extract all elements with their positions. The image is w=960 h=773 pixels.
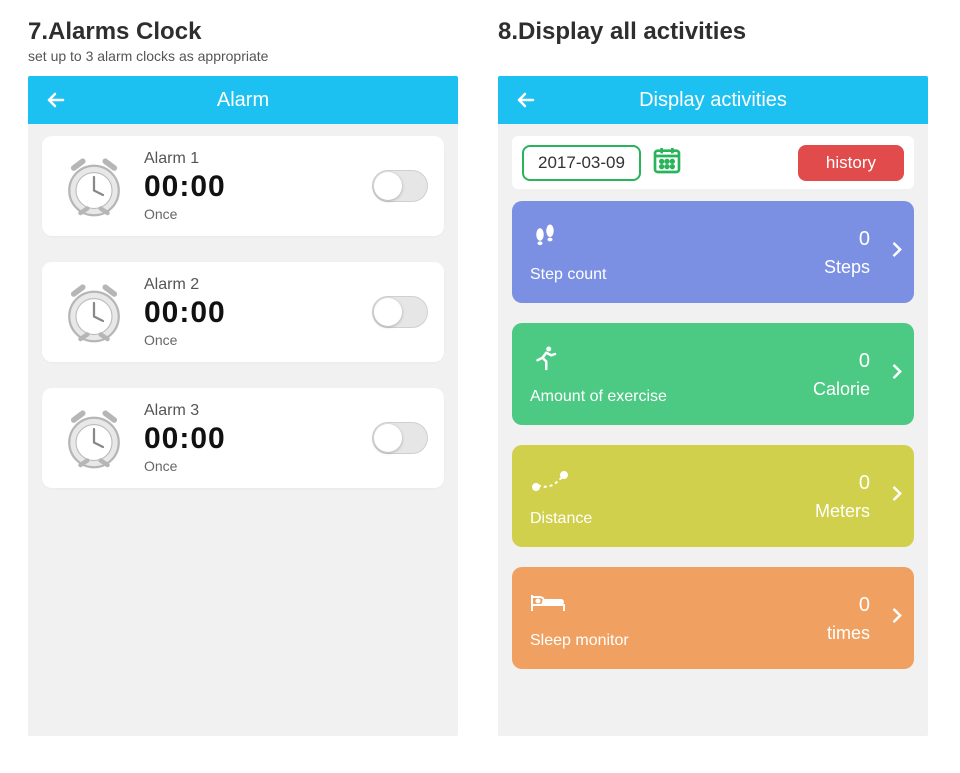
runner-icon [530, 344, 813, 378]
alarm-toggle[interactable] [372, 296, 428, 328]
chevron-right-icon [886, 356, 906, 393]
chevron-right-icon [886, 478, 906, 515]
activity-card-sleep[interactable]: Sleep monitor 0 times [512, 567, 914, 669]
route-icon [530, 466, 815, 500]
date-selector[interactable]: 2017-03-09 [522, 145, 641, 181]
alarm-clock-icon [58, 150, 130, 222]
section-title: 7.Alarms Clock [28, 18, 458, 46]
alarm-repeat: Once [144, 332, 372, 348]
alarm-row[interactable]: Alarm 3 00:00 Once [42, 388, 444, 488]
alarm-time: 00:00 [144, 170, 372, 204]
back-button[interactable] [514, 88, 538, 112]
alarm-row[interactable]: Alarm 2 00:00 Once [42, 262, 444, 362]
back-button[interactable] [44, 88, 68, 112]
alarm-repeat: Once [144, 206, 372, 222]
activity-unit: Steps [824, 257, 870, 278]
alarm-topbar: Alarm [28, 76, 458, 124]
alarm-screen: Alarm Alarm 1 00:00 Once [28, 76, 458, 736]
bed-icon [530, 588, 827, 622]
calendar-icon[interactable] [651, 144, 683, 181]
activity-label: Sleep monitor [530, 632, 827, 650]
activity-label: Amount of exercise [530, 388, 813, 406]
activity-value: 0 [815, 472, 870, 495]
alarm-toggle[interactable] [372, 422, 428, 454]
activity-card-exercise[interactable]: Amount of exercise 0 Calorie [512, 323, 914, 425]
alarm-clock-icon [58, 402, 130, 474]
alarm-row[interactable]: Alarm 1 00:00 Once [42, 136, 444, 236]
alarm-name: Alarm 1 [144, 150, 372, 168]
activities-topbar: Display activities [498, 76, 928, 124]
chevron-right-icon [886, 600, 906, 637]
section-title: 8.Display all activities [498, 18, 928, 46]
section-subtitle: set up to 3 alarm clocks as appropriate [28, 48, 458, 64]
activity-card-distance[interactable]: Distance 0 Meters [512, 445, 914, 547]
activity-unit: Calorie [813, 379, 870, 400]
chevron-right-icon [886, 234, 906, 271]
history-button[interactable]: history [798, 145, 904, 181]
activity-label: Distance [530, 510, 815, 528]
activity-value: 0 [824, 228, 870, 251]
alarm-time: 00:00 [144, 296, 372, 330]
footsteps-icon [530, 222, 824, 256]
screen-title: Display activities [639, 89, 787, 112]
alarm-clock-icon [58, 276, 130, 348]
activity-unit: times [827, 623, 870, 644]
alarm-name: Alarm 2 [144, 276, 372, 294]
activity-label: Step count [530, 266, 824, 284]
alarm-name: Alarm 3 [144, 402, 372, 420]
activities-screen: Display activities 2017-03-09 history St… [498, 76, 928, 736]
activity-unit: Meters [815, 501, 870, 522]
alarm-repeat: Once [144, 458, 372, 474]
activity-value: 0 [827, 594, 870, 617]
activity-card-steps[interactable]: Step count 0 Steps [512, 201, 914, 303]
activity-value: 0 [813, 350, 870, 373]
screen-title: Alarm [217, 89, 269, 112]
alarm-time: 00:00 [144, 422, 372, 456]
alarm-toggle[interactable] [372, 170, 428, 202]
